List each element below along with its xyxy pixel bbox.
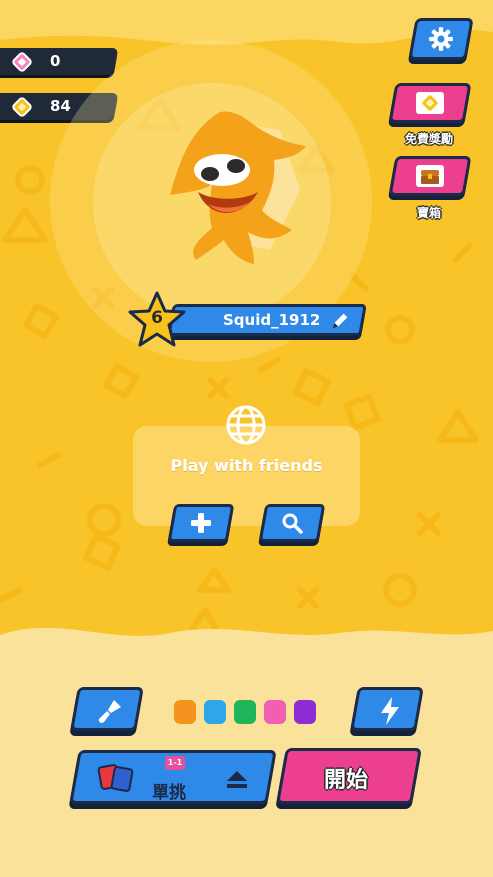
color-swatch-orange[interactable]: [174, 700, 196, 724]
search-icon: [282, 513, 303, 534]
play-with-friends-label: Play with friends: [170, 456, 323, 475]
paint-brush-icon: [98, 700, 121, 723]
gear-icon: [429, 27, 453, 51]
treasure-chest-button[interactable]: [388, 156, 472, 196]
color-swatch-purple[interactable]: [294, 700, 316, 724]
boost-lightning-button[interactable]: [350, 687, 424, 731]
treasure-label: 寶箱: [416, 206, 441, 220]
game-mode-label: 單挑: [152, 783, 186, 803]
color-swatch-green[interactable]: [234, 700, 256, 724]
customize-brush-button[interactable]: [70, 687, 144, 731]
free-rewards-button[interactable]: [388, 83, 472, 123]
game-screen: 0 84 免費獎勵 寶箱 Squid_1912 6 Play with frie…: [0, 0, 493, 877]
gem-counter: 0: [0, 48, 119, 75]
gold-coin-icon: [12, 97, 32, 117]
coin-reward-icon: [416, 92, 444, 114]
color-swatch-blue[interactable]: [204, 700, 226, 724]
edit-pencil-icon[interactable]: [329, 310, 351, 332]
player-level: 6: [151, 308, 163, 328]
treasure-chest-icon: [416, 165, 444, 187]
lightning-icon: [381, 697, 399, 725]
player-name: Squid_1912: [223, 311, 321, 329]
add-friend-button[interactable]: [167, 504, 235, 542]
player-name-bar[interactable]: Squid_1912: [167, 304, 367, 336]
settings-button[interactable]: [408, 18, 474, 60]
free-rewards-label: 免費獎勵: [404, 132, 453, 146]
gem-count: 0: [50, 52, 61, 70]
coin-count: 84: [50, 97, 71, 115]
start-label: 開始: [323, 768, 368, 793]
bottom-panel-background: [0, 627, 493, 877]
eject-icon: [227, 771, 247, 788]
globe-icon: [226, 405, 266, 445]
pink-diamond-icon: [12, 52, 32, 72]
plus-icon: [191, 513, 211, 533]
mode-badge: 1-1: [165, 756, 185, 770]
color-swatch-pink[interactable]: [264, 700, 286, 724]
squid-character-avatar[interactable]: [150, 100, 310, 280]
search-friend-button[interactable]: [258, 504, 326, 542]
versus-cards-icon: [97, 764, 134, 792]
level-star-badge: 6: [126, 290, 188, 350]
